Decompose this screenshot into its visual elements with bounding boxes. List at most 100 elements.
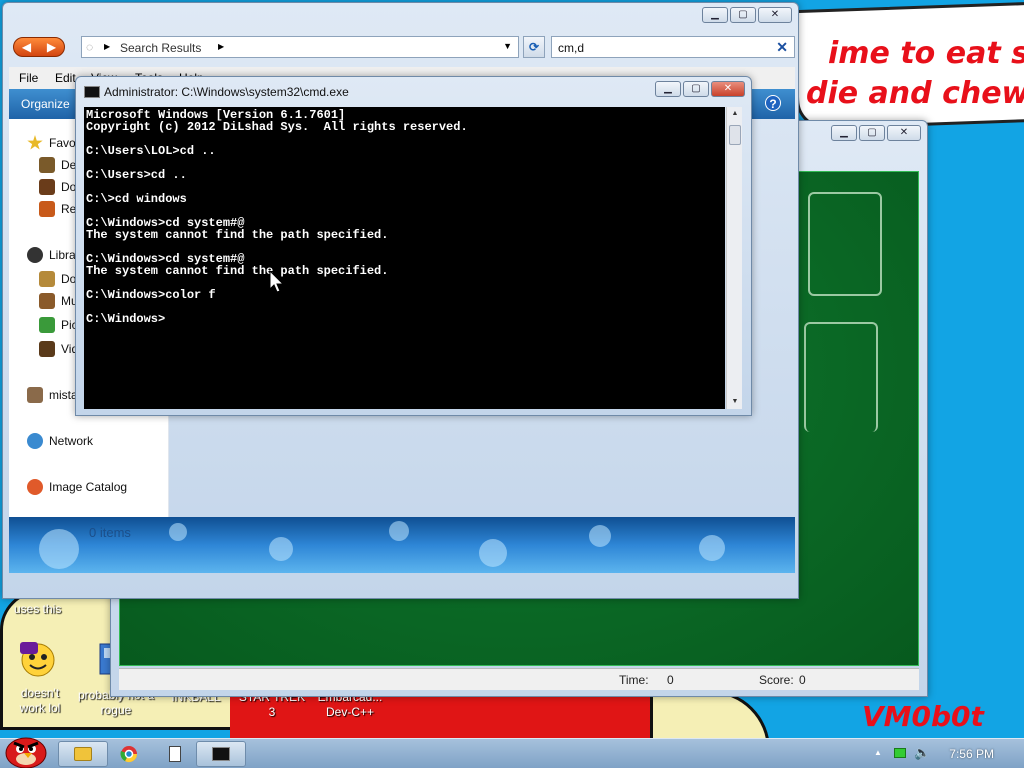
address-text: Search Results <box>120 41 202 55</box>
cmd-line: C:\Windows> <box>86 312 166 326</box>
scroll-down-icon[interactable]: ▼ <box>727 395 743 409</box>
close-icon: ✕ <box>723 83 733 94</box>
clock[interactable]: 7:56 PM <box>949 747 994 761</box>
maximize-button[interactable]: ▢ <box>683 81 709 97</box>
maximize-icon: ▢ <box>867 127 877 138</box>
address-dropdown-icon[interactable]: ▼ <box>503 41 512 51</box>
network-status-icon[interactable] <box>894 748 906 758</box>
help-icon[interactable]: ? <box>765 95 781 111</box>
minimize-icon: ▁ <box>664 83 672 94</box>
address-bar[interactable]: ◌ ▶ Search Results ▶ ▼ <box>81 36 519 58</box>
nav-image-catalog[interactable]: Image Catalog <box>27 477 127 497</box>
back-forward-buttons[interactable]: ◀ ▶ <box>13 37 65 57</box>
maximize-button[interactable]: ▢ <box>859 125 885 141</box>
user-folder-icon <box>27 387 43 403</box>
search-box[interactable]: cm,d ✕ <box>551 36 795 58</box>
desktop-icon-label: doesn't work lol <box>19 686 61 715</box>
breadcrumb-arrow-icon: ▶ <box>104 42 111 51</box>
bubble-decoration <box>389 521 409 541</box>
time-value: 0 <box>667 673 674 687</box>
minimize-button[interactable]: ▁ <box>831 125 857 141</box>
cmd-line: The system cannot find the path specifie… <box>86 228 389 242</box>
nav-label: mista <box>49 388 78 402</box>
bubble-decoration <box>589 525 611 547</box>
score-label: Score: <box>759 673 794 687</box>
minimize-button[interactable]: ▁ <box>702 7 728 23</box>
cmd-window[interactable]: Administrator: C:\Windows\system32\cmd.e… <box>75 76 752 416</box>
details-pane: 0 items <box>9 517 795 573</box>
forward-arrow-icon[interactable]: ▶ <box>47 40 56 54</box>
bubble-decoration <box>39 529 79 569</box>
close-icon: ✕ <box>899 127 909 138</box>
cmd-line: Copyright (c) 2012 DiLshad Sys. All righ… <box>86 120 468 134</box>
cmd-line: C:\Windows>color f <box>86 288 216 302</box>
cmd-caption-buttons: ▁ ▢ ✕ <box>653 81 745 97</box>
menu-edit[interactable]: Edit <box>55 71 76 85</box>
search-input[interactable]: cm,d <box>558 41 584 55</box>
scroll-up-icon[interactable]: ▲ <box>727 107 743 121</box>
cmd-titlebar: Administrator: C:\Windows\system32\cmd.e… <box>84 85 349 99</box>
refresh-button[interactable]: ⟳ <box>523 36 545 58</box>
nav-label: Network <box>49 434 94 448</box>
maximize-icon: ▢ <box>691 83 701 94</box>
card-slot-foundation[interactable] <box>808 192 882 296</box>
maximize-icon: ▢ <box>738 9 748 20</box>
show-hidden-icons-icon[interactable]: ▲ <box>874 748 882 757</box>
menu-file[interactable]: File <box>19 71 38 85</box>
taskbar-solitaire-button[interactable] <box>150 741 200 767</box>
organize-button[interactable]: Organize <box>21 97 70 111</box>
minimize-button[interactable]: ▁ <box>655 81 681 97</box>
minimize-icon: ▁ <box>840 127 848 138</box>
desktop-icon-yahoo[interactable]: doesn't work lol <box>12 640 68 715</box>
refresh-icon: ⟳ <box>528 40 540 54</box>
libraries-icon <box>27 247 43 263</box>
cmd-console-output[interactable]: Microsoft Windows [Version 6.1.7601] Copy… <box>84 107 725 409</box>
card-icon <box>169 746 181 762</box>
cmd-window-title: Administrator: C:\Windows\system32\cmd.e… <box>104 85 349 99</box>
pictures-icon <box>39 317 55 333</box>
nav-user-folder[interactable]: mista <box>27 385 78 405</box>
taskbar-chrome-button[interactable] <box>104 741 154 767</box>
solitaire-status-bar: Time: 0 Score: 0 <box>119 668 919 690</box>
breadcrumb-arrow-icon: ▶ <box>218 42 225 51</box>
close-button[interactable]: ✕ <box>711 81 745 97</box>
close-button[interactable]: ✕ <box>887 125 921 141</box>
card-slot-tableau[interactable] <box>804 322 878 432</box>
videos-icon <box>39 341 55 357</box>
taskbar: ▲ 🔈 7:56 PM <box>0 737 1024 768</box>
chrome-icon <box>120 746 138 763</box>
explorer-caption-buttons: ▁ ▢ ✕ <box>700 7 792 23</box>
angry-bird-start-icon <box>5 737 47 768</box>
nav-network[interactable]: Network <box>27 431 93 451</box>
network-icon <box>27 433 43 449</box>
cmd-line <box>86 301 723 313</box>
cmd-line: C:\Users>cd .. <box>86 168 187 182</box>
minimize-icon: ▁ <box>711 9 719 20</box>
score-value: 0 <box>799 673 806 687</box>
cmd-line: C:\Users\LOL>cd .. <box>86 144 216 158</box>
cmd-scrollbar[interactable]: ▲ ▼ <box>726 107 742 409</box>
cmd-icon <box>84 86 100 98</box>
wallpaper-signature: VM0b0t <box>862 700 984 733</box>
close-icon: ✕ <box>770 9 780 20</box>
bubble-decoration <box>169 523 187 541</box>
maximize-button[interactable]: ▢ <box>730 7 756 23</box>
scroll-thumb[interactable] <box>729 125 741 145</box>
back-arrow-icon[interactable]: ◀ <box>22 40 31 54</box>
cmd-icon <box>212 747 230 761</box>
downloads-icon <box>39 179 55 195</box>
image-catalog-icon <box>27 479 43 495</box>
nav-label: Image Catalog <box>49 480 128 494</box>
taskbar-cmd-button[interactable] <box>196 741 246 767</box>
mouse-cursor-icon <box>269 270 285 293</box>
taskbar-explorer-button[interactable] <box>58 741 108 767</box>
bubble-decoration <box>699 535 725 561</box>
clear-search-icon[interactable]: ✕ <box>776 39 788 56</box>
time-label: Time: <box>619 673 649 687</box>
wallpaper-text-line-1: ime to eat shit <box>828 36 1024 71</box>
items-count: 0 items <box>89 525 131 540</box>
start-button[interactable] <box>2 731 50 768</box>
folder-icon <box>74 747 92 761</box>
volume-icon[interactable]: 🔈 <box>914 745 930 761</box>
close-button[interactable]: ✕ <box>758 7 792 23</box>
